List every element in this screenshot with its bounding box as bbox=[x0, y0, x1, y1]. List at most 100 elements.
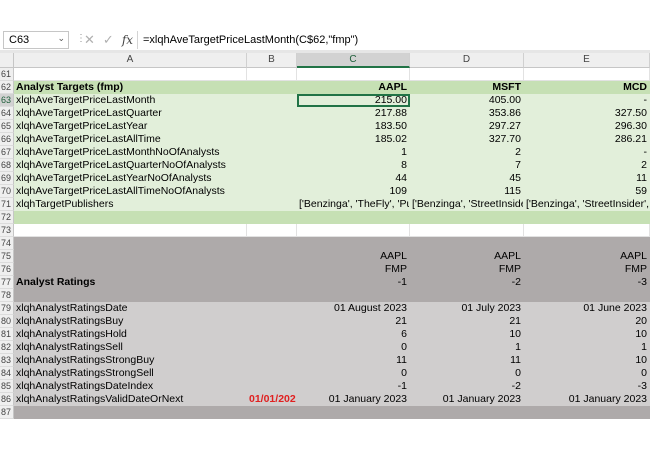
cell-e72[interactable] bbox=[524, 211, 650, 224]
cell-e77[interactable]: -3 bbox=[524, 276, 650, 289]
row-header[interactable]: 62 bbox=[0, 81, 14, 94]
cell-c85[interactable]: -1 bbox=[297, 380, 410, 393]
cell-e66[interactable]: 286.21 bbox=[524, 133, 650, 146]
cell-c71[interactable]: ['Benzinga', 'TheFly', 'Pulse bbox=[297, 198, 410, 211]
cell-c63[interactable]: 215.00 bbox=[297, 94, 410, 107]
row-header[interactable]: 82 bbox=[0, 341, 14, 354]
cell-b83[interactable] bbox=[247, 354, 297, 367]
row-header[interactable]: 70 bbox=[0, 185, 14, 198]
cell-d78[interactable] bbox=[410, 289, 524, 302]
row-header[interactable]: 85 bbox=[0, 380, 14, 393]
row-header[interactable]: 81 bbox=[0, 328, 14, 341]
cell-a83[interactable]: xlqhAnalystRatingsStrongBuy bbox=[14, 354, 247, 367]
cell-d80[interactable]: 21 bbox=[410, 315, 524, 328]
cell-c65[interactable]: 183.50 bbox=[297, 120, 410, 133]
row-header[interactable]: 87 bbox=[0, 406, 14, 419]
cell-a61[interactable] bbox=[14, 68, 247, 81]
cell-a67[interactable]: xlqhAveTargetPriceLastMonthNoOfAnalysts bbox=[14, 146, 247, 159]
cell-b76[interactable] bbox=[247, 263, 297, 276]
cell-e87[interactable] bbox=[524, 406, 650, 419]
cell-b68[interactable] bbox=[247, 159, 297, 172]
cell-a87[interactable] bbox=[14, 406, 247, 419]
cell-d79[interactable]: 01 July 2023 bbox=[410, 302, 524, 315]
cell-a64[interactable]: xlqhAveTargetPriceLastQuarter bbox=[14, 107, 247, 120]
cell-d84[interactable]: 0 bbox=[410, 367, 524, 380]
cell-d86[interactable]: 01 January 2023 bbox=[410, 393, 524, 406]
confirm-icon[interactable]: ✓ bbox=[103, 32, 114, 48]
cell-b78[interactable] bbox=[247, 289, 297, 302]
cell-a72[interactable] bbox=[14, 211, 247, 224]
cell-d81[interactable]: 10 bbox=[410, 328, 524, 341]
cell-d77[interactable]: -2 bbox=[410, 276, 524, 289]
cell-d87[interactable] bbox=[410, 406, 524, 419]
cell-b84[interactable] bbox=[247, 367, 297, 380]
row-header[interactable]: 75 bbox=[0, 250, 14, 263]
cell-a69[interactable]: xlqhAveTargetPriceLastYearNoOfAnalysts bbox=[14, 172, 247, 185]
cell-a85[interactable]: xlqhAnalystRatingsDateIndex bbox=[14, 380, 247, 393]
name-box[interactable]: C63 ⌄ bbox=[3, 31, 69, 49]
cell-d61[interactable] bbox=[410, 68, 524, 81]
cell-b87[interactable] bbox=[247, 406, 297, 419]
row-header[interactable]: 79 bbox=[0, 302, 14, 315]
cell-d65[interactable]: 297.27 bbox=[410, 120, 524, 133]
cell-e86[interactable]: 01 January 2023 bbox=[524, 393, 650, 406]
column-header-b[interactable]: B bbox=[247, 53, 297, 68]
cell-d85[interactable]: -2 bbox=[410, 380, 524, 393]
cell-d73[interactable] bbox=[410, 224, 524, 237]
cell-c68[interactable]: 8 bbox=[297, 159, 410, 172]
cell-d62[interactable]: MSFT bbox=[410, 81, 524, 94]
cell-c75[interactable]: AAPL bbox=[297, 250, 410, 263]
cell-c64[interactable]: 217.88 bbox=[297, 107, 410, 120]
cell-e65[interactable]: 296.30 bbox=[524, 120, 650, 133]
cell-c78[interactable] bbox=[297, 289, 410, 302]
row-header[interactable]: 72 bbox=[0, 211, 14, 224]
cell-a66[interactable]: xlqhAveTargetPriceLastAllTime bbox=[14, 133, 247, 146]
row-header[interactable]: 63 bbox=[0, 94, 14, 107]
cell-c83[interactable]: 11 bbox=[297, 354, 410, 367]
cell-c82[interactable]: 0 bbox=[297, 341, 410, 354]
cell-a80[interactable]: xlqhAnalystRatingsBuy bbox=[14, 315, 247, 328]
select-all-corner[interactable] bbox=[0, 53, 14, 68]
cell-c72[interactable] bbox=[297, 211, 410, 224]
cell-d63[interactable]: 405.00 bbox=[410, 94, 524, 107]
column-header-e[interactable]: E bbox=[524, 53, 650, 68]
cell-d83[interactable]: 11 bbox=[410, 354, 524, 367]
row-header[interactable]: 64 bbox=[0, 107, 14, 120]
cell-b77[interactable] bbox=[247, 276, 297, 289]
cell-b61[interactable] bbox=[247, 68, 297, 81]
cell-d72[interactable] bbox=[410, 211, 524, 224]
cell-d70[interactable]: 115 bbox=[410, 185, 524, 198]
cell-d64[interactable]: 353.86 bbox=[410, 107, 524, 120]
cell-b62[interactable] bbox=[247, 81, 297, 94]
cell-d68[interactable]: 7 bbox=[410, 159, 524, 172]
cell-b63[interactable] bbox=[247, 94, 297, 107]
column-header-d[interactable]: D bbox=[410, 53, 524, 68]
cell-c77[interactable]: -1 bbox=[297, 276, 410, 289]
cell-c66[interactable]: 185.02 bbox=[297, 133, 410, 146]
row-header[interactable]: 80 bbox=[0, 315, 14, 328]
cell-c87[interactable] bbox=[297, 406, 410, 419]
cell-a63[interactable]: xlqhAveTargetPriceLastMonth bbox=[14, 94, 247, 107]
cell-e83[interactable]: 10 bbox=[524, 354, 650, 367]
cell-e74[interactable] bbox=[524, 237, 650, 250]
row-header[interactable]: 71 bbox=[0, 198, 14, 211]
cell-e62[interactable]: MCD bbox=[524, 81, 650, 94]
cell-d66[interactable]: 327.70 bbox=[410, 133, 524, 146]
cell-a75[interactable] bbox=[14, 250, 247, 263]
cell-e69[interactable]: 11 bbox=[524, 172, 650, 185]
row-header[interactable]: 84 bbox=[0, 367, 14, 380]
cell-e61[interactable] bbox=[524, 68, 650, 81]
cell-a71[interactable]: xlqhTargetPublishers bbox=[14, 198, 247, 211]
cell-e85[interactable]: -3 bbox=[524, 380, 650, 393]
row-header[interactable]: 74 bbox=[0, 237, 14, 250]
row-header[interactable]: 61 bbox=[0, 68, 14, 81]
cell-a77[interactable]: Analyst Ratings bbox=[14, 276, 247, 289]
cell-c61[interactable] bbox=[297, 68, 410, 81]
row-header[interactable]: 86 bbox=[0, 393, 14, 406]
cell-e80[interactable]: 20 bbox=[524, 315, 650, 328]
cell-a79[interactable]: xlqhAnalystRatingsDate bbox=[14, 302, 247, 315]
cell-e82[interactable]: 1 bbox=[524, 341, 650, 354]
cell-a86[interactable]: xlqhAnalystRatingsValidDateOrNext bbox=[14, 393, 247, 406]
cell-d67[interactable]: 2 bbox=[410, 146, 524, 159]
cell-e78[interactable] bbox=[524, 289, 650, 302]
